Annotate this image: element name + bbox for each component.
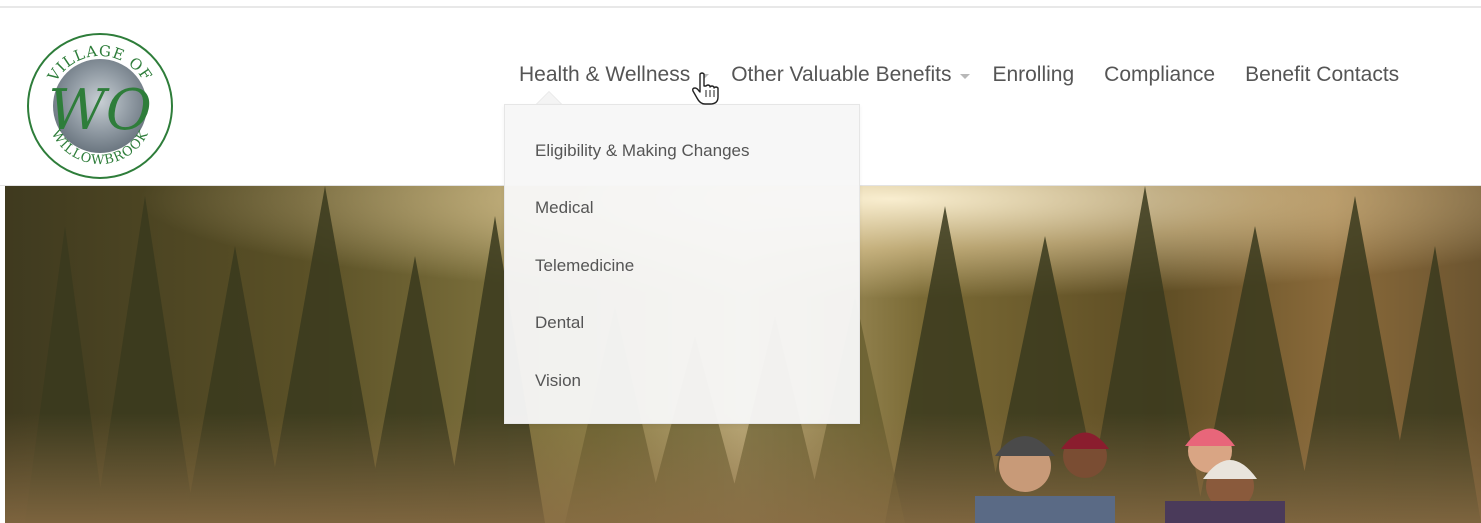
nav-compliance-label: Compliance [1104, 63, 1216, 86]
nav-other-valuable-benefits[interactable]: Other Valuable Benefits [731, 63, 971, 87]
main-nav: Health & Wellness Other Valuable Benefit… [519, 60, 1399, 90]
caret-down-icon [960, 74, 971, 79]
dropdown-item-eligibility[interactable]: Eligibility & Making Changes [535, 141, 750, 161]
nav-health-wellness[interactable]: Health & Wellness [519, 63, 710, 87]
nav-health-wellness-label: Health & Wellness [519, 63, 691, 86]
nav-compliance[interactable]: Compliance [1104, 63, 1215, 87]
family-illustration [975, 428, 1285, 523]
village-logo[interactable]: VILLAGE OF WILLOWBROOK WO [25, 31, 175, 181]
health-wellness-dropdown: Eligibility & Making Changes Medical Tel… [504, 104, 860, 424]
dropdown-item-telemedicine[interactable]: Telemedicine [535, 256, 634, 276]
dropdown-item-vision[interactable]: Vision [535, 371, 581, 391]
hand-pointer-icon [692, 72, 719, 105]
dropdown-pointer-fill [537, 92, 561, 104]
nav-benefit-contacts[interactable]: Benefit Contacts [1245, 63, 1399, 87]
dropdown-item-medical[interactable]: Medical [535, 198, 594, 218]
nav-other-valuable-benefits-label: Other Valuable Benefits [731, 63, 952, 86]
nav-benefit-contacts-label: Benefit Contacts [1245, 63, 1400, 86]
nav-enrolling-label: Enrolling [992, 63, 1075, 86]
dropdown-item-dental[interactable]: Dental [535, 313, 584, 333]
logo-monogram: WO [48, 78, 151, 143]
nav-enrolling[interactable]: Enrolling [992, 63, 1074, 87]
